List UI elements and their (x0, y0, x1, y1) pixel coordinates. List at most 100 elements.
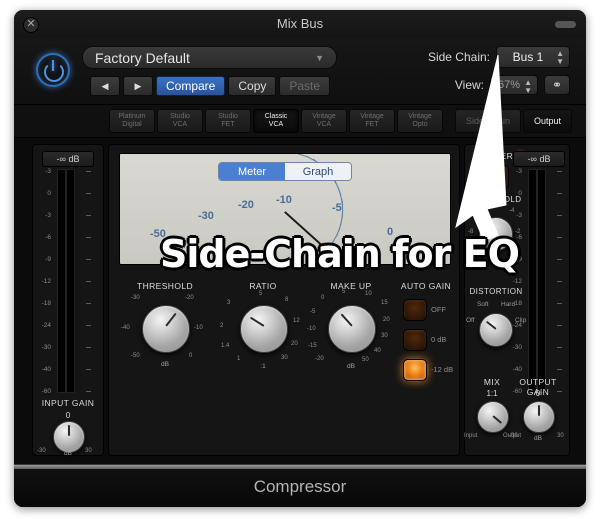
makeup-tick: 15 (381, 300, 388, 306)
tab-label-line2: Opto (412, 121, 428, 128)
mix-knob[interactable] (477, 401, 509, 433)
tab-label-line1: Classic (264, 112, 288, 120)
threshold-tick: -50 (131, 353, 140, 359)
plugin-window: ✕ Mix Bus Factory Default ▼ ◀ ▶ Compare … (14, 10, 586, 507)
threshold-tick: -30 (131, 295, 140, 301)
ratio-tick: 1 (237, 356, 241, 362)
threshold-unit: dB (161, 361, 169, 368)
vu-meter: -50 -30 -20 -10 -5 0 Meter Graph (119, 153, 451, 265)
ratio-tick: 5 (259, 291, 263, 297)
makeup-knob[interactable] (328, 305, 376, 353)
window-resize-pill[interactable] (555, 21, 576, 28)
threshold-knob[interactable] (142, 305, 190, 353)
ratio-tick: 3 (227, 300, 231, 306)
preset-dropdown[interactable]: Factory Default ▼ (82, 46, 337, 69)
tab-classic-vca[interactable]: Classic VCA (253, 109, 299, 133)
makeup-tick: 5 (342, 289, 346, 295)
vu-tick-label: -20 (238, 199, 254, 211)
makeup-tick: 30 (381, 333, 388, 339)
tab-side-chain[interactable]: Side Chain (454, 109, 521, 133)
meter-tick: -6 (516, 234, 522, 241)
auto-gain-off-led[interactable] (403, 299, 427, 321)
auto-gain-minus12db-led[interactable] (403, 359, 427, 381)
tab-vintage-vca[interactable]: Vintage VCA (301, 109, 347, 133)
side-chain-row: Side Chain: Bus 1 ▲ ▼ (428, 46, 570, 68)
makeup-tick: -20 (315, 356, 324, 362)
meter-toggle-button[interactable]: Meter (219, 163, 285, 180)
tab-label-line1: Studio (218, 112, 238, 120)
output-gain-value: 0 (535, 389, 541, 398)
input-meter-readout: -∞ dB (42, 151, 94, 167)
threshold-label: THRESHOLD (136, 281, 194, 291)
window-title: Mix Bus (276, 16, 324, 31)
makeup-tick: 20 (383, 317, 390, 323)
tab-vintage-fet[interactable]: Vintage FET (349, 109, 395, 133)
meter-tick: 0 (518, 190, 522, 197)
meter-tick: -40 (512, 366, 522, 373)
tab-label-line2: VCA (268, 121, 284, 128)
meter-tick: -3 (516, 212, 522, 219)
preset-value: Factory Default (95, 50, 190, 66)
power-button[interactable] (36, 53, 70, 87)
ratio-tick: 2 (220, 323, 224, 329)
tab-platinum-digital[interactable]: Platinum Digital (109, 109, 155, 133)
tab-label-line2: FET (365, 121, 379, 128)
ratio-tick: 8 (285, 297, 289, 303)
compare-button[interactable]: Compare (156, 76, 226, 96)
paste-button[interactable]: Paste (279, 76, 331, 96)
link-icon[interactable]: ⚭ (544, 75, 570, 95)
plugin-name: Compressor (253, 477, 347, 496)
output-gain-knob[interactable] (523, 401, 555, 433)
auto-gain-0db-led[interactable] (403, 329, 427, 351)
makeup-label: MAKE UP (330, 281, 372, 291)
vu-tick-label: -5 (332, 202, 342, 214)
tab-studio-fet[interactable]: Studio FET (205, 109, 251, 133)
view-zoom-select[interactable]: 67% ▲ ▼ (490, 75, 538, 95)
copy-button[interactable]: Copy (228, 76, 277, 96)
tab-label-line2: Digital (122, 121, 142, 128)
meter-tick: -40 (41, 366, 51, 373)
ratio-tick: 30 (281, 355, 288, 361)
input-gain-value: 0 (65, 411, 71, 420)
view-row: View: 67% ▲ ▼ ⚭ (455, 75, 570, 95)
makeup-unit: dB (347, 363, 355, 370)
meter-tick: -3 (45, 212, 51, 219)
next-preset-button[interactable]: ▶ (123, 76, 153, 96)
tab-label-line1: Platinum (118, 112, 146, 120)
ratio-tick: 1.4 (221, 343, 230, 349)
auto-gain-minus12db-label: -12 dB (431, 365, 454, 374)
limiter-button[interactable] (483, 165, 509, 189)
ratio-label: RATIO (249, 281, 277, 291)
input-meter-bar-right (66, 169, 75, 393)
side-chain-value: Bus 1 (512, 50, 544, 64)
view-tabs: Side Chain Output (454, 109, 572, 133)
threshold-tick: -10 (194, 325, 203, 331)
distortion-off-label: Off (466, 317, 475, 324)
vu-tick-label: -30 (198, 210, 214, 222)
prev-preset-button[interactable]: ◀ (90, 76, 120, 96)
ratio-tick: 20 (291, 341, 298, 347)
side-chain-select[interactable]: Bus 1 ▲ ▼ (496, 46, 570, 68)
meter-tick: -9 (516, 256, 522, 263)
tab-label-line1: Studio (170, 112, 190, 120)
makeup-tick: 0 (321, 295, 325, 301)
output-section: LIMITER THRESHOLD -6 -4 -8 -2 dB DISTORT… (464, 144, 570, 456)
output-meter-bar-right (537, 169, 546, 393)
meter-tick: -3 (516, 168, 522, 175)
main-controls-section: -50 -30 -20 -10 -5 0 Meter Graph THRESHO… (108, 144, 460, 456)
ratio-knob[interactable] (240, 305, 288, 353)
tab-output[interactable]: Output (522, 109, 572, 133)
vu-tick-label: -50 (150, 228, 166, 240)
tab-label-line2: VCA (172, 121, 188, 128)
side-chain-label: Side Chain: (427, 50, 490, 64)
tab-label-line2: VCA (316, 121, 332, 128)
graph-toggle-button[interactable]: Graph (285, 163, 351, 180)
meter-graph-toggle: Meter Graph (218, 162, 352, 181)
tab-vintage-opto[interactable]: Vintage Opto (397, 109, 443, 133)
makeup-tick: -10 (307, 326, 316, 332)
meter-tick: -24 (41, 322, 51, 329)
input-gain-knob[interactable] (53, 421, 85, 453)
makeup-tick: -15 (308, 343, 317, 349)
meter-tick: 0 (47, 190, 51, 197)
tab-studio-vca[interactable]: Studio VCA (157, 109, 203, 133)
